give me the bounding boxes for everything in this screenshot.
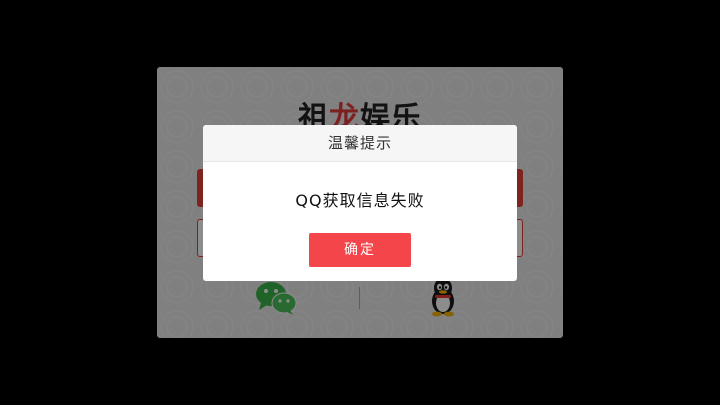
dialog-message: QQ获取信息失败 [295,191,425,210]
alert-dialog: 温馨提示 QQ获取信息失败 确定 [203,125,517,281]
dialog-title: 温馨提示 [203,125,517,162]
screen: 祖龙娱乐 温馨提示 QQ获取信息失败 确定 [0,0,720,405]
confirm-button[interactable]: 确定 [309,233,411,267]
